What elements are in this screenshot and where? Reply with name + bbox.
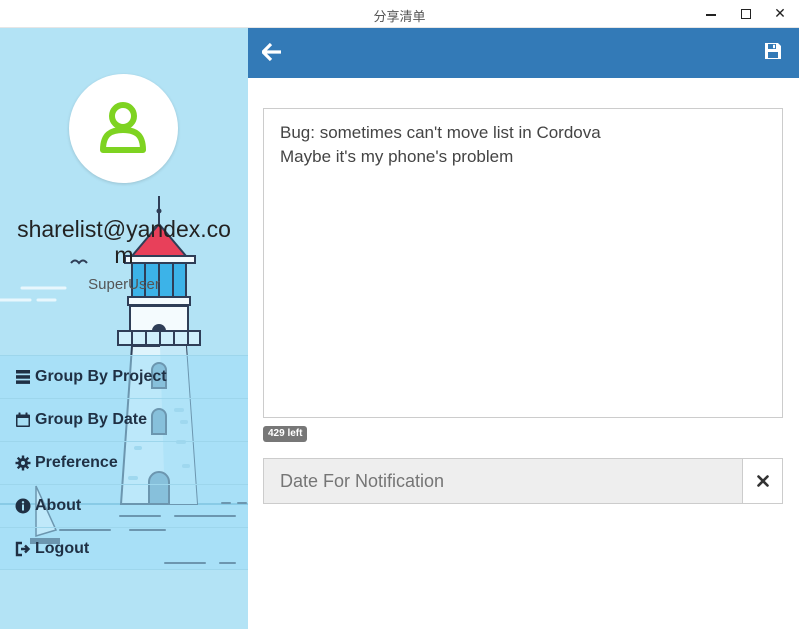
tasks-icon	[14, 368, 32, 386]
sidebar-item-logout[interactable]: Logout	[0, 527, 248, 570]
info-icon	[14, 497, 32, 515]
save-button[interactable]	[764, 42, 784, 62]
window-title: 分享清单	[373, 10, 426, 25]
app-header	[248, 28, 799, 78]
sidebar: sharelist@yandex.com SuperUser Group By …	[0, 28, 248, 629]
note-line: Maybe it's my phone's problem	[280, 147, 514, 166]
avatar[interactable]	[69, 74, 178, 183]
notification-date-input[interactable]	[264, 459, 742, 503]
gear-icon	[14, 454, 32, 472]
clear-date-button[interactable]	[742, 459, 782, 503]
calendar-icon	[14, 411, 32, 429]
user-icon	[100, 102, 146, 153]
window-titlebar: 分享清单 ✕	[0, 0, 799, 28]
user-email: sharelist@yandex.com	[17, 216, 231, 268]
sidebar-item-label: Group By Date	[35, 411, 148, 428]
main-content: Bug: sometimes can't move list in Cordov…	[248, 78, 799, 629]
logout-icon	[14, 540, 32, 558]
arrow-left-icon	[260, 42, 281, 62]
maximize-button[interactable]	[735, 4, 757, 24]
sidebar-item-preference[interactable]: Preference	[0, 441, 248, 484]
close-button[interactable]: ✕	[769, 4, 791, 24]
sidebar-item-about[interactable]: About	[0, 484, 248, 527]
times-icon	[756, 475, 769, 487]
note-textarea[interactable]: Bug: sometimes can't move list in Cordov…	[263, 108, 783, 418]
back-button[interactable]	[260, 42, 284, 63]
sidebar-item-label: Group By Project	[35, 368, 167, 385]
sidebar-item-label: Logout	[35, 539, 90, 557]
sidebar-item-label: Preference	[35, 454, 118, 471]
notification-date-group	[263, 458, 783, 504]
sidebar-item-group-by-date[interactable]: Group By Date	[0, 398, 248, 441]
floppy-disk-icon	[765, 43, 781, 59]
sidebar-item-label: About	[35, 497, 82, 514]
sidebar-menu: Group By Project Group By Date Preferenc…	[0, 355, 248, 570]
user-role: SuperUser	[88, 276, 160, 293]
character-count-badge: 429 left	[263, 426, 308, 442]
note-line: Bug: sometimes can't move list in Cordov…	[280, 123, 601, 142]
sidebar-item-group-by-project[interactable]: Group By Project	[0, 355, 248, 398]
minimize-button[interactable]	[700, 4, 722, 24]
